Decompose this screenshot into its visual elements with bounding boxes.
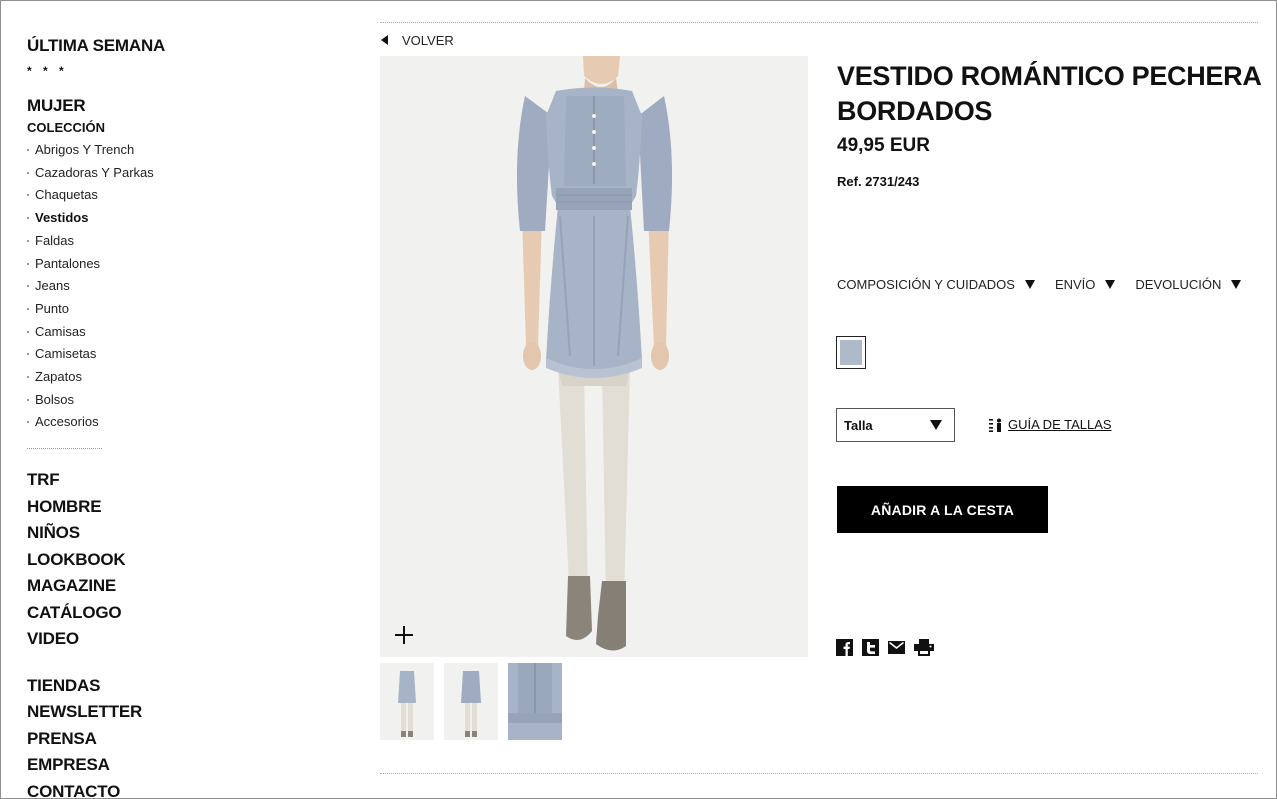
triangle-down-icon (1105, 280, 1116, 289)
triangle-down-icon (1231, 280, 1242, 289)
size-guide-link[interactable]: GUÍA DE TALLAS (989, 417, 1112, 432)
thumbnail-2[interactable] (444, 663, 498, 740)
nav-mujer[interactable]: MUJER (27, 93, 227, 120)
thumb-detail-icon (508, 663, 562, 740)
sidebar-item-bolsos[interactable]: Bolsos (27, 389, 227, 412)
sidebar-item-vestidos[interactable]: Vestidos (27, 207, 227, 230)
tab-composicion[interactable]: COMPOSICIÓN Y CUIDADOS (837, 277, 1035, 292)
twitter-icon[interactable] (862, 639, 879, 656)
share-icons (836, 639, 943, 656)
footer-links: TIENDAS NEWSLETTER PRENSA EMPRESA CONTACTO (27, 673, 227, 798)
nav-prensa[interactable]: PRENSA (27, 726, 227, 753)
info-tabs: COMPOSICIÓN Y CUIDADOS ENVÍO DEVOLUCIÓN (837, 277, 1261, 292)
nav-ultima-semana[interactable]: ÚLTIMA SEMANA (27, 33, 227, 60)
print-icon[interactable] (914, 639, 934, 656)
size-guide-label: GUÍA DE TALLAS (1008, 417, 1112, 432)
bottom-divider (380, 773, 1258, 774)
nav-empresa[interactable]: EMPRESA (27, 752, 227, 779)
nav-tiendas[interactable]: TIENDAS (27, 673, 227, 700)
model-photo (380, 56, 808, 657)
tab-composicion-label: COMPOSICIÓN Y CUIDADOS (837, 277, 1015, 292)
email-icon[interactable] (888, 639, 905, 656)
tab-envio[interactable]: ENVÍO (1054, 277, 1116, 292)
add-to-cart-button[interactable]: AÑADIR A LA CESTA (837, 486, 1048, 533)
sidebar-item-jeans[interactable]: Jeans (27, 275, 227, 298)
collection-heading: COLECCIÓN (27, 120, 105, 135)
thumbnail-strip (380, 663, 572, 740)
sidebar-divider (27, 448, 102, 450)
top-divider (380, 22, 1258, 23)
sidebar-item-accesorios[interactable]: Accesorios (27, 411, 227, 434)
nav-catalogo[interactable]: CATÁLOGO (27, 600, 227, 627)
sidebar-item-camisas[interactable]: Camisas (27, 321, 227, 344)
color-swatch-fill (840, 340, 862, 365)
thumbnail-1[interactable] (380, 663, 434, 740)
triangle-left-icon (381, 35, 388, 45)
sidebar-item-abrigos-y-trench[interactable]: Abrigos Y Trench (27, 139, 227, 162)
size-guide-icon (989, 418, 1001, 432)
nav-lookbook[interactable]: LOOKBOOK (27, 547, 227, 574)
nav-magazine[interactable]: MAGAZINE (27, 573, 227, 600)
thumb-back-icon (444, 663, 498, 740)
sidebar-item-cazadoras-y-parkas[interactable]: Cazadoras Y Parkas (27, 162, 227, 185)
triangle-down-icon (1024, 280, 1035, 289)
size-select-label: Talla (844, 417, 873, 433)
product-price: 49,95 EUR (837, 135, 930, 156)
product-main-image[interactable] (380, 56, 808, 657)
back-label: VOLVER (402, 32, 454, 48)
sidebar-item-faldas[interactable]: Faldas (27, 230, 227, 253)
nav-newsletter[interactable]: NEWSLETTER (27, 699, 227, 726)
thumbnail-3[interactable] (508, 663, 562, 740)
nav-video[interactable]: VIDEO (27, 626, 227, 653)
tab-devolucion[interactable]: DEVOLUCIÓN (1135, 277, 1242, 292)
section-links: TRF HOMBRE NIÑOS LOOKBOOK MAGAZINE CATÁLOGO VI… (27, 467, 227, 653)
page: ÚLTIMA SEMANA * * * MUJER COLECCIÓN Abri… (0, 0, 1277, 799)
nav-hombre[interactable]: HOMBRE (27, 494, 227, 521)
triangle-down-icon (930, 420, 942, 430)
tab-devolucion-label: DEVOLUCIÓN (1135, 277, 1222, 292)
sidebar-item-zapatos[interactable]: Zapatos (27, 366, 227, 389)
sidebar-item-punto[interactable]: Punto (27, 298, 227, 321)
thumb-front-icon (380, 663, 434, 740)
zoom-plus-icon[interactable] (394, 625, 414, 645)
facebook-icon[interactable] (836, 639, 853, 656)
sidebar-item-pantalones[interactable]: Pantalones (27, 253, 227, 276)
decorative-stars: * * * (27, 63, 68, 78)
back-link[interactable]: VOLVER (380, 32, 454, 48)
nav-ninos[interactable]: NIÑOS (27, 520, 227, 547)
nav-trf[interactable]: TRF (27, 467, 227, 494)
product-ref: Ref. 2731/243 (837, 174, 920, 189)
size-select[interactable]: Talla (836, 408, 955, 442)
sidebar: ÚLTIMA SEMANA * * * MUJER COLECCIÓN Abri… (27, 33, 227, 798)
nav-contacto[interactable]: CONTACTO (27, 779, 227, 798)
sidebar-item-camisetas[interactable]: Camisetas (27, 343, 227, 366)
color-swatch[interactable] (836, 336, 866, 369)
collection-list: Abrigos Y Trench Cazadoras Y Parkas Chaque… (27, 139, 227, 434)
sidebar-item-chaquetas[interactable]: Chaquetas (27, 184, 227, 207)
product-title: VESTIDO ROMÁNTICO PECHERA BORDADOS (837, 61, 1261, 126)
tab-envio-label: ENVÍO (1054, 277, 1096, 292)
